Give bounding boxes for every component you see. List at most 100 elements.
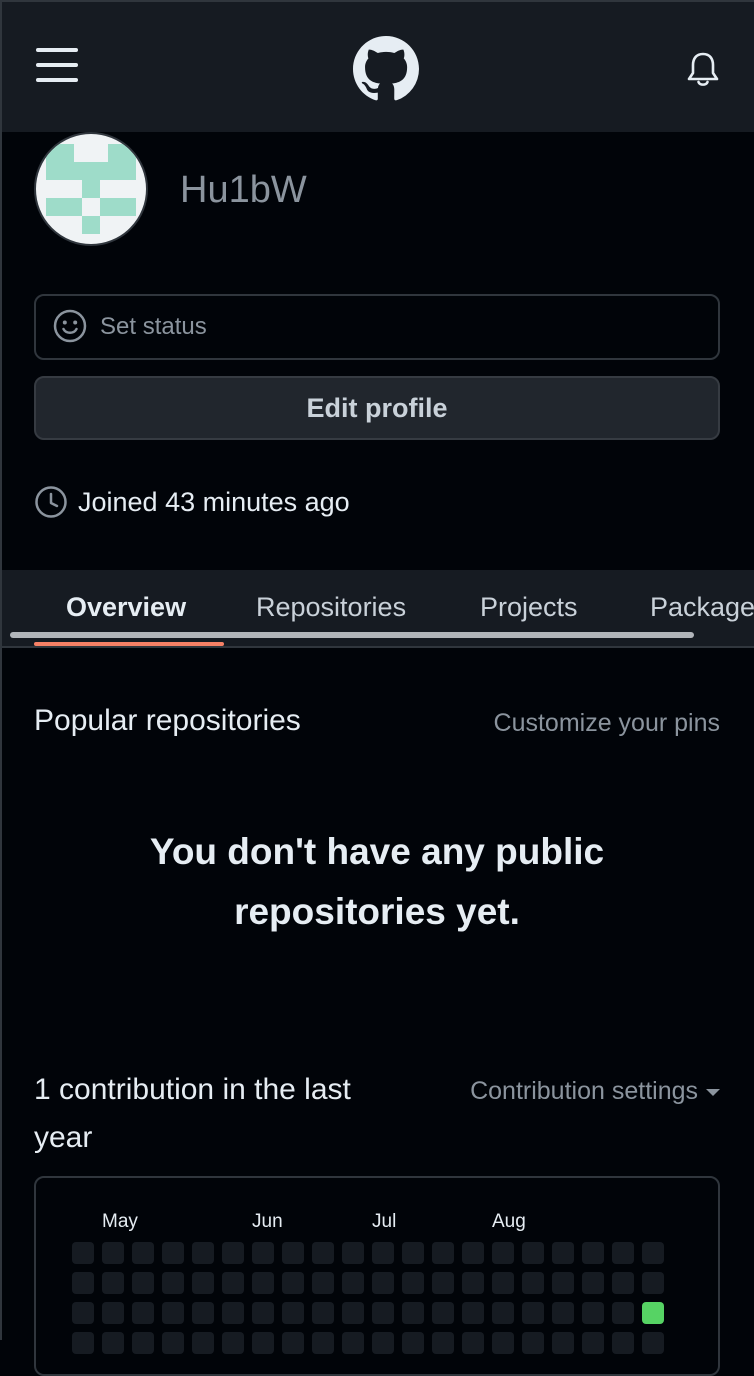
empty-repositories-message: You don't have any public repositories y…: [149, 831, 605, 932]
contribution-day-cell[interactable]: [162, 1242, 184, 1264]
contribution-day-cell[interactable]: [132, 1302, 154, 1324]
contribution-day-cell[interactable]: [522, 1272, 544, 1294]
contribution-day-cell[interactable]: [492, 1332, 514, 1354]
contribution-day-cell[interactable]: [522, 1302, 544, 1324]
contribution-day-cell[interactable]: [612, 1272, 634, 1294]
contribution-day-cell[interactable]: [372, 1332, 394, 1354]
contribution-day-cell[interactable]: [252, 1272, 274, 1294]
contribution-day-cell[interactable]: [642, 1242, 664, 1264]
edit-profile-button[interactable]: Edit profile: [34, 376, 720, 440]
contribution-day-cell[interactable]: [252, 1302, 274, 1324]
contribution-day-cell[interactable]: [312, 1302, 334, 1324]
contribution-day-cell[interactable]: [612, 1242, 634, 1264]
contribution-day-cell[interactable]: [552, 1272, 574, 1294]
top-header: [0, 0, 754, 132]
contribution-day-cell[interactable]: [552, 1242, 574, 1264]
tab-packages[interactable]: Packages: [650, 590, 754, 624]
contributions-heading: 1 contribution in the last year: [34, 1073, 351, 1154]
contribution-day-cell[interactable]: [462, 1332, 484, 1354]
contribution-day-cell[interactable]: [222, 1272, 244, 1294]
contribution-day-cell[interactable]: [222, 1332, 244, 1354]
tab-overview[interactable]: Overview: [66, 590, 186, 624]
contribution-day-cell[interactable]: [372, 1272, 394, 1294]
tabs-scrollbar[interactable]: [10, 632, 694, 638]
contribution-day-cell[interactable]: [402, 1332, 424, 1354]
contribution-day-cell[interactable]: [282, 1272, 304, 1294]
contribution-day-cell[interactable]: [342, 1242, 364, 1264]
contribution-day-cell[interactable]: [462, 1302, 484, 1324]
popular-repositories-heading: Popular repositories: [34, 704, 301, 737]
contribution-day-cell[interactable]: [492, 1242, 514, 1264]
contribution-day-cell[interactable]: [72, 1272, 94, 1294]
contribution-day-cell[interactable]: [582, 1272, 604, 1294]
tab-repositories[interactable]: Repositories: [256, 590, 406, 624]
contribution-day-cell[interactable]: [402, 1272, 424, 1294]
contribution-day-cell[interactable]: [132, 1272, 154, 1294]
contribution-day-cell[interactable]: [342, 1272, 364, 1294]
contribution-day-cell[interactable]: [642, 1332, 664, 1354]
contribution-day-cell[interactable]: [432, 1302, 454, 1324]
contribution-day-cell[interactable]: [492, 1272, 514, 1294]
bell-icon[interactable]: [686, 51, 720, 89]
contribution-settings-dropdown[interactable]: Contribution settings: [470, 1074, 720, 1108]
contribution-day-cell[interactable]: [432, 1272, 454, 1294]
month-label: May: [102, 1211, 138, 1232]
identicon-image: [46, 144, 136, 234]
contribution-day-cell[interactable]: [582, 1242, 604, 1264]
contribution-day-cell[interactable]: [102, 1302, 124, 1324]
contribution-day-cell[interactable]: [162, 1332, 184, 1354]
contribution-day-cell[interactable]: [312, 1242, 334, 1264]
contribution-day-cell[interactable]: [192, 1272, 214, 1294]
contribution-day-cell[interactable]: [342, 1302, 364, 1324]
contribution-day-cell[interactable]: [222, 1242, 244, 1264]
set-status-button[interactable]: Set status: [34, 294, 720, 360]
contribution-day-cell[interactable]: [462, 1272, 484, 1294]
contribution-day-cell[interactable]: [282, 1302, 304, 1324]
contribution-day-cell[interactable]: [492, 1302, 514, 1324]
contribution-day-cell[interactable]: [432, 1242, 454, 1264]
contribution-day-cell[interactable]: [102, 1242, 124, 1264]
contribution-day-cell[interactable]: [312, 1272, 334, 1294]
contribution-day-cell[interactable]: [642, 1302, 664, 1324]
contribution-day-cell[interactable]: [462, 1242, 484, 1264]
contribution-day-cell[interactable]: [612, 1302, 634, 1324]
tab-projects[interactable]: Projects: [480, 590, 578, 624]
contribution-day-cell[interactable]: [162, 1302, 184, 1324]
contribution-day-cell[interactable]: [522, 1332, 544, 1354]
contribution-day-cell[interactable]: [72, 1332, 94, 1354]
contribution-day-cell[interactable]: [552, 1302, 574, 1324]
contribution-day-cell[interactable]: [402, 1302, 424, 1324]
contribution-day-cell[interactable]: [522, 1242, 544, 1264]
contribution-day-cell[interactable]: [612, 1332, 634, 1354]
contribution-day-cell[interactable]: [102, 1332, 124, 1354]
contribution-day-cell[interactable]: [372, 1242, 394, 1264]
contribution-day-cell[interactable]: [72, 1242, 94, 1264]
customize-pins-link[interactable]: Customize your pins: [494, 707, 720, 739]
contribution-day-cell[interactable]: [372, 1302, 394, 1324]
contribution-day-cell[interactable]: [252, 1242, 274, 1264]
hamburger-menu-icon[interactable]: [36, 44, 80, 84]
contribution-day-cell[interactable]: [252, 1332, 274, 1354]
contribution-day-cell[interactable]: [192, 1332, 214, 1354]
contribution-day-cell[interactable]: [222, 1302, 244, 1324]
joined-text: Joined 43 minutes ago: [78, 487, 350, 517]
contribution-day-cell[interactable]: [192, 1242, 214, 1264]
contribution-day-cell[interactable]: [642, 1272, 664, 1294]
contribution-day-cell[interactable]: [582, 1302, 604, 1324]
contribution-day-cell[interactable]: [312, 1332, 334, 1354]
contribution-day-cell[interactable]: [102, 1272, 124, 1294]
contribution-day-cell[interactable]: [282, 1332, 304, 1354]
contribution-day-cell[interactable]: [162, 1272, 184, 1294]
contribution-day-cell[interactable]: [432, 1332, 454, 1354]
contribution-day-cell[interactable]: [552, 1332, 574, 1354]
contribution-day-cell[interactable]: [402, 1242, 424, 1264]
contribution-day-cell[interactable]: [72, 1302, 94, 1324]
contribution-day-cell[interactable]: [132, 1242, 154, 1264]
github-logo-icon[interactable]: [353, 36, 419, 102]
avatar[interactable]: [34, 132, 148, 246]
contribution-day-cell[interactable]: [342, 1332, 364, 1354]
contribution-day-cell[interactable]: [282, 1242, 304, 1264]
contribution-day-cell[interactable]: [192, 1302, 214, 1324]
contribution-day-cell[interactable]: [582, 1332, 604, 1354]
contribution-day-cell[interactable]: [132, 1332, 154, 1354]
